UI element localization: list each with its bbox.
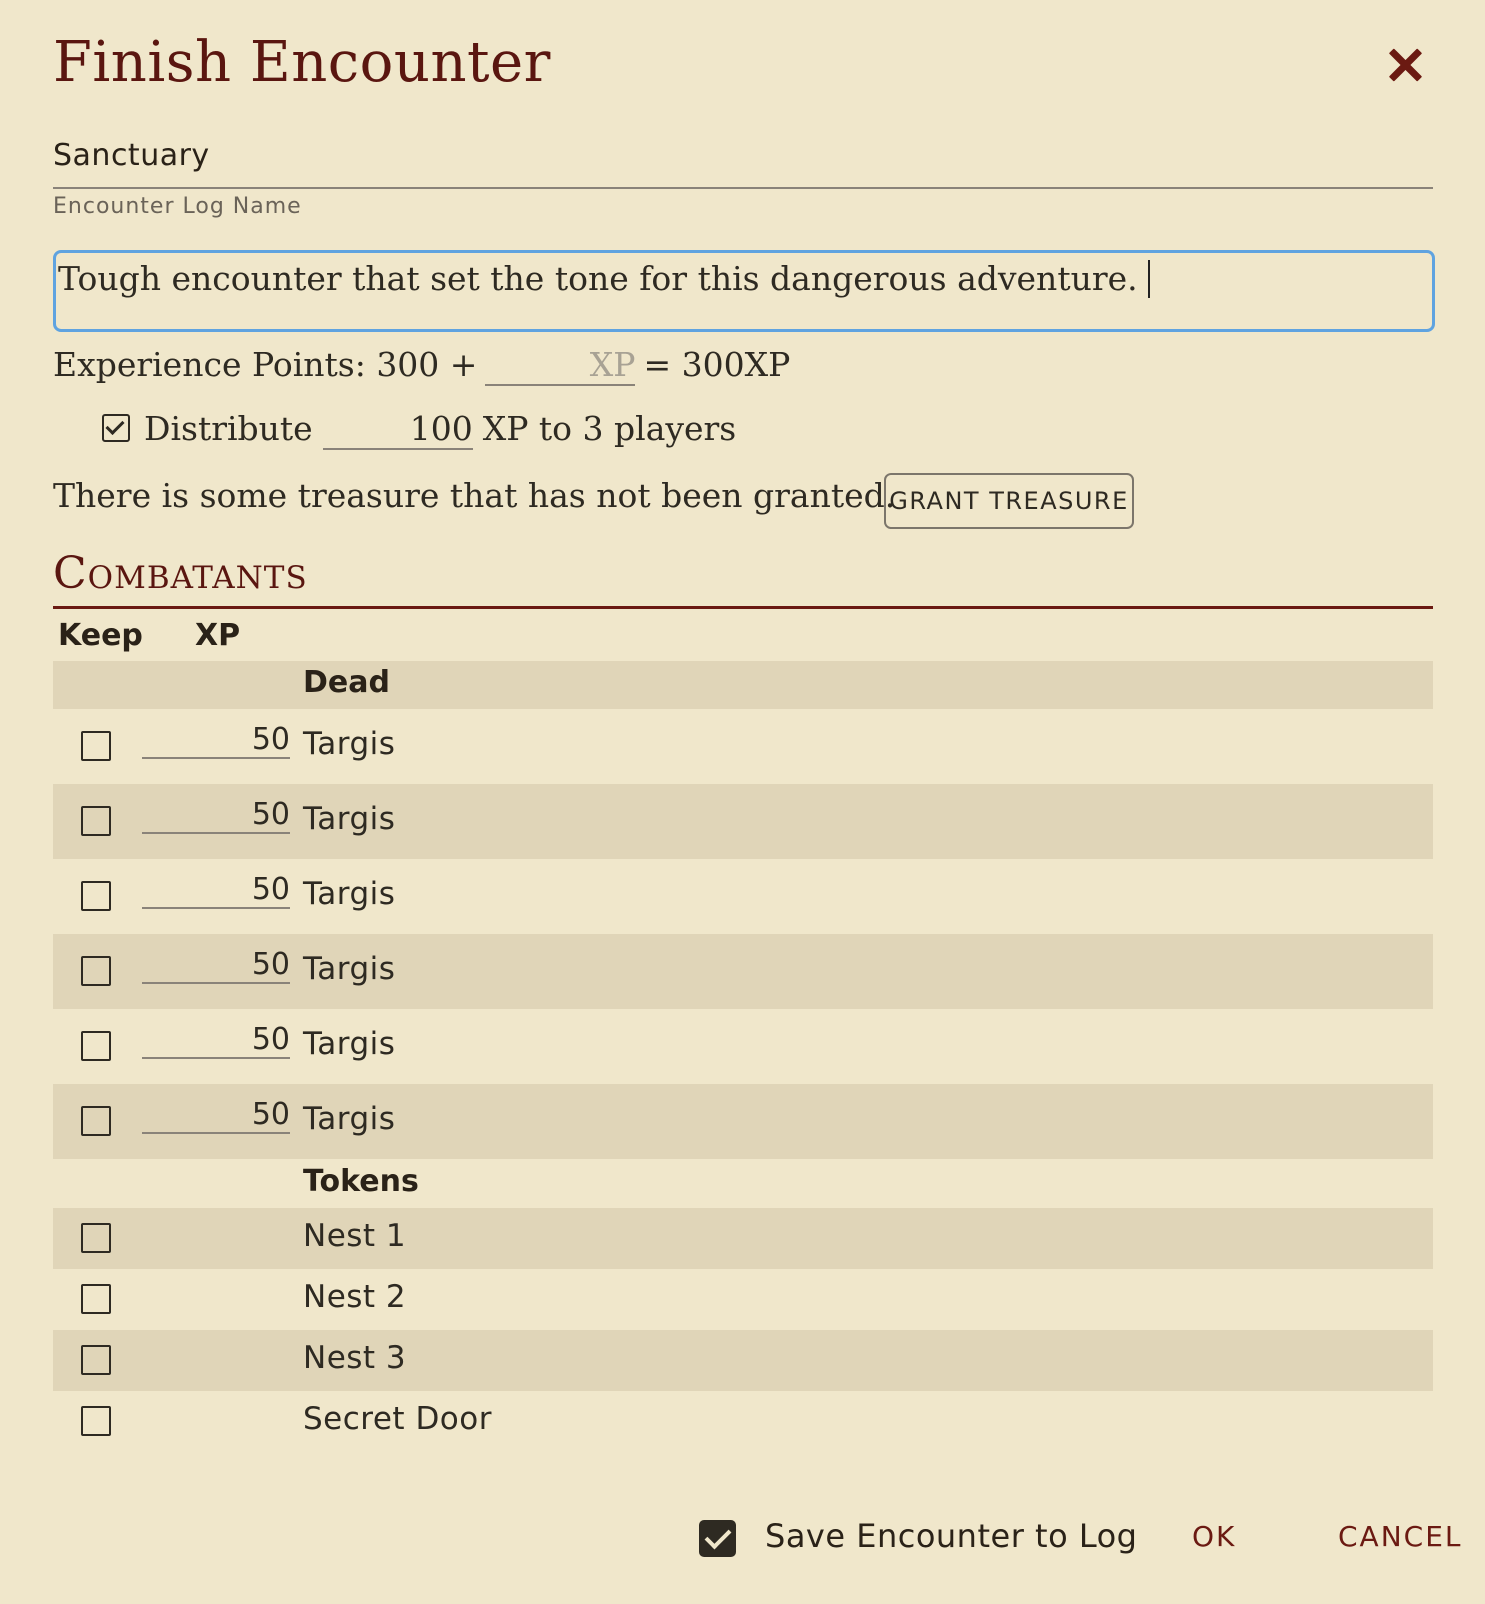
table-row: 50 Targis xyxy=(53,1084,1433,1159)
table-row: 50 Targis xyxy=(53,709,1433,784)
table-row: Nest 3 xyxy=(53,1330,1433,1391)
table-row: 50 Targis xyxy=(53,934,1433,1009)
combatant-name: Targis xyxy=(303,876,396,912)
table-row: 50 Targis xyxy=(53,784,1433,859)
table-row: Nest 1 xyxy=(53,1208,1433,1269)
keep-checkbox[interactable] xyxy=(81,1284,111,1314)
table-row: 50 Targis xyxy=(53,859,1433,934)
column-header-xp: XP xyxy=(195,618,241,653)
ok-button[interactable]: OK xyxy=(1192,1520,1236,1553)
log-name-label: Encounter Log Name xyxy=(53,194,302,219)
group-header-dead: Dead xyxy=(53,661,1433,709)
keep-checkbox[interactable] xyxy=(81,881,111,911)
token-name: Nest 1 xyxy=(303,1218,407,1254)
group-label: Tokens xyxy=(303,1164,419,1199)
combatants-heading: Combatants xyxy=(53,548,1433,609)
table-row: 50 Targis xyxy=(53,1009,1433,1084)
distribute-suffix: XP to 3 players xyxy=(482,409,737,448)
keep-checkbox[interactable] xyxy=(81,1345,111,1375)
keep-checkbox[interactable] xyxy=(81,731,111,761)
xp-input[interactable]: 50 xyxy=(142,798,290,834)
combatant-name: Targis xyxy=(303,726,396,762)
notes-value: Tough encounter that set the tone for th… xyxy=(58,259,1138,298)
token-name: Nest 2 xyxy=(303,1279,407,1315)
close-icon[interactable] xyxy=(1386,46,1424,84)
keep-checkbox[interactable] xyxy=(81,806,111,836)
combatant-name: Targis xyxy=(303,1026,396,1062)
combatant-name: Targis xyxy=(303,951,396,987)
column-header-keep: Keep xyxy=(58,618,143,653)
xp-input[interactable]: 50 xyxy=(142,873,290,909)
notes-textarea[interactable]: Tough encounter that set the tone for th… xyxy=(53,250,1435,332)
combatants-table: Dead 50 Targis 50 Targis 50 Targis 50 Ta… xyxy=(53,661,1433,1452)
xp-input[interactable]: 50 xyxy=(142,723,290,759)
group-label: Dead xyxy=(303,665,390,700)
group-header-tokens: Tokens xyxy=(53,1159,1433,1208)
keep-checkbox[interactable] xyxy=(81,956,111,986)
combatant-name: Targis xyxy=(303,1101,396,1137)
dialog-title: Finish Encounter xyxy=(53,30,551,95)
keep-checkbox[interactable] xyxy=(81,1223,111,1253)
save-to-log-label: Save Encounter to Log xyxy=(765,1517,1138,1555)
distribute-xp-input[interactable]: 100 xyxy=(322,409,473,450)
xp-prefix: Experience Points: 300 + xyxy=(53,345,478,384)
token-name: Secret Door xyxy=(303,1401,492,1437)
grant-treasure-button[interactable]: GRANT TREASURE xyxy=(884,473,1134,529)
distribute-checkbox[interactable] xyxy=(102,414,130,442)
treasure-message: There is some treasure that has not been… xyxy=(53,476,896,515)
text-caret xyxy=(1147,260,1150,298)
xp-input[interactable]: 50 xyxy=(142,1098,290,1134)
keep-checkbox[interactable] xyxy=(81,1031,111,1061)
table-row: Nest 2 xyxy=(53,1269,1433,1330)
keep-checkbox[interactable] xyxy=(81,1406,111,1436)
table-row: Secret Door xyxy=(53,1391,1433,1452)
token-name: Nest 3 xyxy=(303,1340,407,1376)
xp-input[interactable]: 50 xyxy=(142,1023,290,1059)
notes-text: Tough encounter that set the tone for th… xyxy=(58,259,1150,298)
bonus-xp-input[interactable]: XP xyxy=(485,345,636,386)
log-name-input[interactable]: Sanctuary xyxy=(53,138,1433,189)
experience-points-line: Experience Points: 300 + XP = 300XP xyxy=(53,345,790,386)
keep-checkbox[interactable] xyxy=(81,1106,111,1136)
cancel-button[interactable]: CANCEL xyxy=(1338,1520,1463,1553)
xp-input[interactable]: 50 xyxy=(142,948,290,984)
distribute-label: Distribute xyxy=(144,409,313,448)
xp-total: = 300XP xyxy=(643,345,791,384)
save-to-log-checkbox[interactable] xyxy=(699,1520,736,1557)
distribute-line: Distribute 100 XP to 3 players xyxy=(102,409,736,450)
combatant-name: Targis xyxy=(303,801,396,837)
